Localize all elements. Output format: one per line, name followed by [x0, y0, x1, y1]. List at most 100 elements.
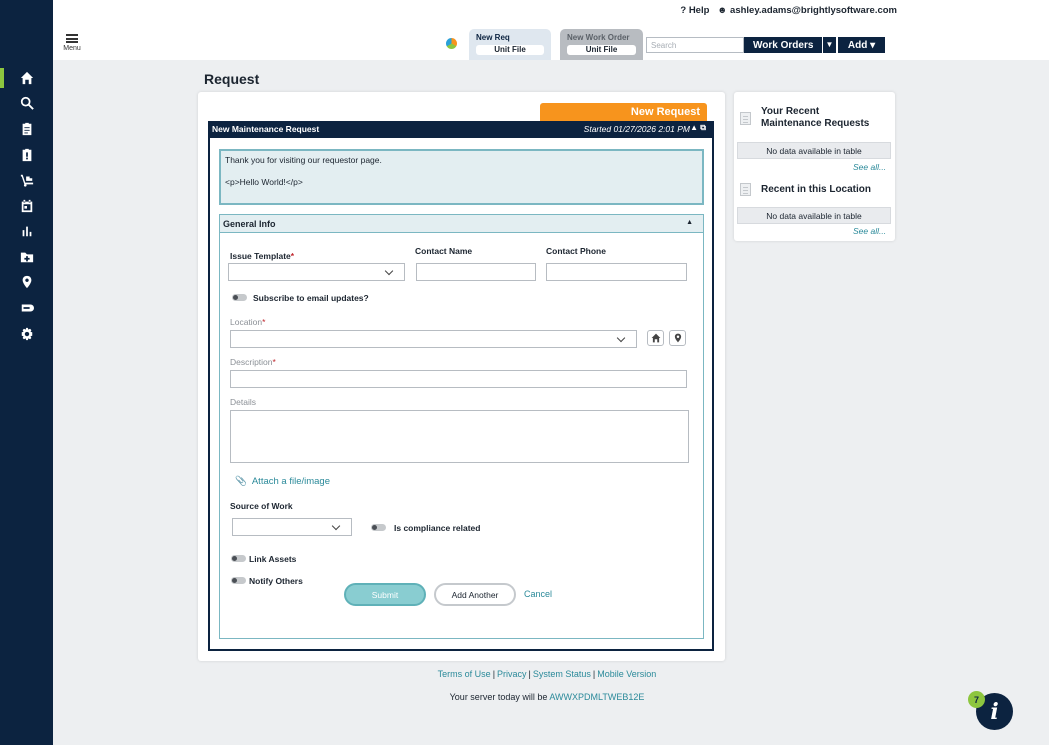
tab-new-req[interactable]: New Req Unit File — [469, 29, 551, 60]
started-timestamp: Started 01/27/2026 2:01 PM — [583, 124, 690, 134]
hand-truck-icon[interactable] — [0, 168, 53, 192]
tag-icon[interactable] — [0, 296, 53, 320]
section-title: General Info — [223, 219, 276, 229]
document-icon — [740, 112, 751, 125]
brightly-logo-icon[interactable] — [446, 38, 457, 49]
add-button[interactable]: Add ▾ — [838, 37, 885, 53]
add-another-button[interactable]: Add Another — [434, 583, 516, 606]
description-label: Description* — [230, 357, 276, 367]
details-textarea[interactable] — [230, 410, 689, 463]
document-icon — [740, 183, 751, 196]
attach-label: Attach a file/image — [251, 476, 330, 487]
welcome-text: Thank you for visiting our requestor pag… — [225, 155, 382, 165]
label-text: Description — [230, 357, 273, 367]
recent-requests-empty: No data available in table — [737, 142, 891, 159]
home-icon — [651, 333, 660, 343]
tab-file-label: Unit File — [567, 45, 636, 55]
notify-others-toggle[interactable] — [231, 577, 246, 584]
menu-button[interactable]: Menu — [61, 34, 83, 52]
location-pin-icon — [674, 333, 681, 343]
details-label: Details — [230, 397, 256, 407]
tab-new-work-order[interactable]: New Work Order Unit File — [560, 29, 643, 60]
clipboard-icon[interactable] — [0, 117, 53, 141]
user-menu[interactable]: ☻ ashley.adams@brightlysoftware.com — [717, 5, 897, 16]
user-email: ashley.adams@brightlysoftware.com — [730, 5, 897, 16]
tab-file-label: Unit File — [476, 45, 544, 55]
required-mark: * — [272, 357, 276, 367]
link-assets-label: Link Assets — [249, 554, 297, 564]
work-orders-caret-icon[interactable]: ▼ — [822, 37, 836, 53]
description-input[interactable] — [230, 370, 687, 388]
server-prefix: Your server today will be — [449, 692, 548, 702]
recent-location-title: Recent in this Location — [761, 184, 872, 195]
location-pin-icon[interactable] — [0, 270, 53, 294]
form-header-title: New Maintenance Request — [212, 124, 320, 134]
contact-name-label: Contact Name — [415, 246, 473, 256]
contact-name-input[interactable] — [416, 263, 536, 281]
system-status-link[interactable]: System Status — [533, 669, 591, 679]
recent-requests-title: Your Recent Maintenance Requests — [761, 106, 869, 130]
privacy-link[interactable]: Privacy — [497, 669, 527, 679]
label-text: Location — [230, 317, 263, 327]
recent-location-see-all[interactable]: See all... — [853, 226, 886, 236]
terms-link[interactable]: Terms of Use — [438, 669, 491, 679]
title-line: Your Recent — [761, 106, 820, 117]
form-header: New Maintenance Request Started 01/27/20… — [208, 121, 714, 138]
collapse-popout-icon[interactable]: ▲ ⧉ — [690, 123, 706, 133]
map-location-button[interactable] — [669, 330, 686, 346]
submit-button[interactable]: Submit — [344, 583, 426, 606]
issue-template-select[interactable] — [228, 263, 405, 281]
work-orders-button[interactable]: Work Orders ▼ — [744, 37, 836, 53]
location-select[interactable] — [230, 330, 637, 348]
recent-requests-see-all[interactable]: See all... — [853, 162, 886, 172]
cancel-link[interactable]: Cancel — [524, 589, 552, 599]
subscribe-toggle[interactable] — [232, 294, 247, 301]
collapse-arrow-icon[interactable]: ▲ — [686, 219, 693, 226]
welcome-html-text: <p>Hello World!</p> — [225, 177, 303, 187]
home-location-button[interactable] — [647, 330, 664, 346]
attach-file-link[interactable]: 📎 Attach a file/image — [235, 476, 330, 487]
server-name: AWWXPDMLTWEB12E — [549, 692, 645, 702]
top-bar: ? Help ☻ ashley.adams@brightlysoftware.c… — [53, 0, 1049, 60]
folder-icon[interactable] — [0, 245, 53, 269]
mobile-version-link[interactable]: Mobile Version — [597, 669, 656, 679]
hamburger-icon — [66, 34, 78, 43]
search-input[interactable]: Search — [646, 37, 744, 53]
home-icon[interactable] — [0, 66, 53, 90]
gear-icon[interactable] — [0, 322, 53, 346]
tab-title: New Work Order — [567, 33, 630, 42]
help-link[interactable]: ? Help — [680, 5, 709, 16]
title-line: Maintenance Requests — [761, 118, 870, 129]
compliance-toggle[interactable] — [371, 524, 386, 531]
new-request-tab: New Request — [540, 103, 707, 122]
server-info: Your server today will be AWWXPDMLTWEB12… — [0, 692, 1049, 702]
notify-others-label: Notify Others — [249, 576, 303, 586]
recent-location-empty: No data available in table — [737, 207, 891, 224]
subscribe-label: Subscribe to email updates? — [253, 293, 369, 303]
general-info-header[interactable]: General Info ▲ — [219, 214, 704, 233]
bar-chart-icon[interactable] — [0, 219, 53, 243]
link-assets-toggle[interactable] — [231, 555, 246, 562]
welcome-message: Thank you for visiting our requestor pag… — [219, 149, 704, 205]
calendar-icon[interactable] — [0, 194, 53, 218]
source-of-work-select[interactable] — [232, 518, 352, 536]
source-of-work-label: Source of Work — [230, 501, 293, 511]
help-label: Help — [688, 5, 710, 16]
search-icon[interactable] — [0, 91, 53, 115]
top-links: ? Help ☻ ashley.adams@brightlysoftware.c… — [680, 5, 897, 16]
page-title: Request — [204, 71, 260, 87]
alert-clipboard-icon[interactable] — [0, 143, 53, 167]
required-mark: * — [290, 251, 295, 261]
paperclip-icon: 📎 — [235, 476, 247, 487]
menu-label: Menu — [63, 45, 81, 52]
compliance-label: Is compliance related — [394, 523, 481, 533]
tab-title: New Req — [476, 33, 510, 42]
required-mark: * — [262, 317, 266, 327]
label-text: Issue Template — [230, 251, 291, 261]
work-orders-label: Work Orders — [753, 39, 814, 51]
notification-badge: 7 — [968, 691, 985, 708]
issue-template-label: Issue Template* — [230, 251, 294, 261]
footer-links: Terms of Use | Privacy | System Status | Mobil… — [437, 669, 657, 679]
location-label: Location* — [230, 317, 265, 327]
contact-phone-input[interactable] — [546, 263, 687, 281]
